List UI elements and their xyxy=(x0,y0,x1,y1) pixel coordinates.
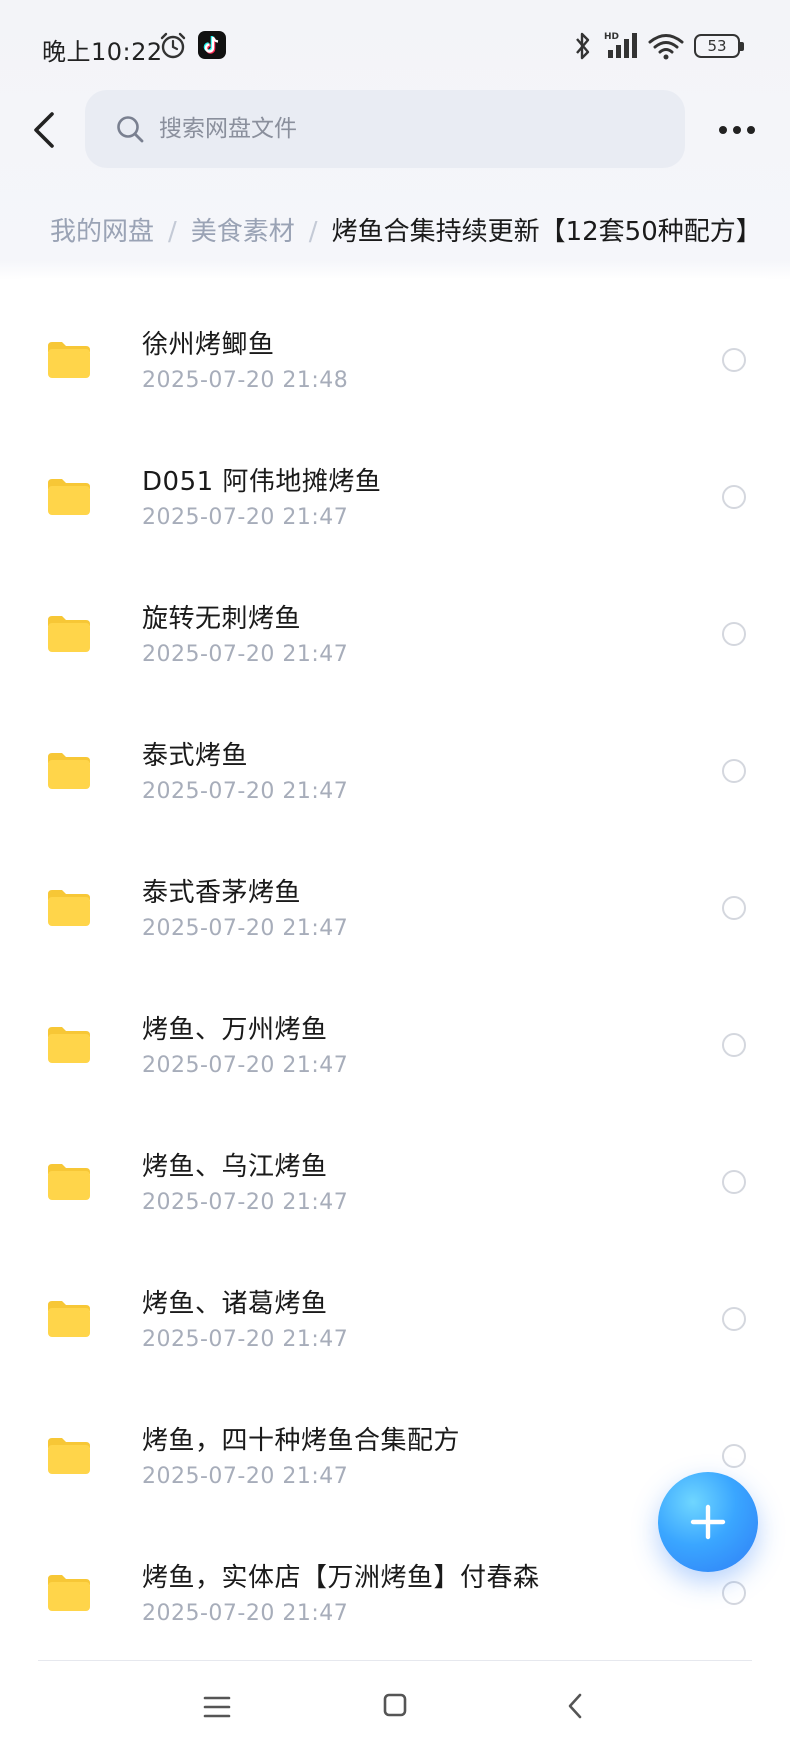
network-label: HD xyxy=(604,32,619,42)
back-button[interactable] xyxy=(24,104,68,156)
folder-icon xyxy=(48,1301,90,1337)
file-date: 2025-07-20 21:47 xyxy=(142,642,349,667)
file-name: 旋转无刺烤鱼 xyxy=(142,604,302,634)
file-date: 2025-07-20 21:47 xyxy=(142,505,349,530)
breadcrumb-current: 烤鱼合集持续更新【12套50种配方】 xyxy=(331,217,762,247)
file-date: 2025-07-20 21:47 xyxy=(142,779,349,804)
file-name: 烤鱼，实体店【万洲烤鱼】付春森 xyxy=(142,1563,540,1593)
file-name: 烤鱼，四十种烤鱼合集配方 xyxy=(142,1426,461,1456)
folder-icon xyxy=(48,1027,90,1063)
search-box[interactable] xyxy=(85,90,685,168)
search-input[interactable] xyxy=(159,90,659,168)
select-radio[interactable] xyxy=(722,896,746,920)
more-dots-icon xyxy=(719,126,755,134)
file-list-item[interactable]: 泰式香茅烤鱼 2025-07-20 21:47 xyxy=(0,846,790,983)
file-list-card: 徐州烤鲫鱼 2025-07-20 21:48 D051 阿伟地摊烤鱼 2025-… xyxy=(0,278,790,1678)
file-date: 2025-07-20 21:47 xyxy=(142,1053,349,1078)
file-name: 烤鱼、万州烤鱼 xyxy=(142,1015,328,1045)
file-list-item[interactable]: 泰式烤鱼 2025-07-20 21:47 xyxy=(0,709,790,846)
battery-tip xyxy=(740,42,744,51)
nav-back-button[interactable] xyxy=(562,1690,590,1722)
battery-icon: 53 xyxy=(694,34,744,58)
file-list-item[interactable]: D051 阿伟地摊烤鱼 2025-07-20 21:47 xyxy=(0,435,790,572)
file-list-item[interactable]: 烤鱼、诸葛烤鱼 2025-07-20 21:47 xyxy=(0,1257,790,1394)
folder-icon xyxy=(48,342,90,378)
back-chevron-icon xyxy=(568,1693,582,1719)
wifi-icon xyxy=(648,34,684,60)
header-bar xyxy=(0,88,790,180)
bottom-divider xyxy=(38,1660,752,1661)
folder-icon xyxy=(48,1438,90,1474)
file-list: 徐州烤鲫鱼 2025-07-20 21:48 D051 阿伟地摊烤鱼 2025-… xyxy=(0,298,790,1668)
select-radio[interactable] xyxy=(722,759,746,783)
file-name: 徐州烤鲫鱼 xyxy=(142,330,275,360)
file-name: 烤鱼、乌江烤鱼 xyxy=(142,1152,328,1182)
file-name: 泰式烤鱼 xyxy=(142,741,249,771)
folder-icon xyxy=(48,753,90,789)
folder-icon xyxy=(48,479,90,515)
file-name: 烤鱼、诸葛烤鱼 xyxy=(142,1289,328,1319)
file-name: 泰式香茅烤鱼 xyxy=(142,878,302,908)
file-date: 2025-07-20 21:47 xyxy=(142,916,349,941)
menu-icon xyxy=(203,1696,231,1718)
more-button[interactable] xyxy=(713,110,763,150)
status-time: 晚上10:22 xyxy=(42,38,163,66)
breadcrumb: 我的网盘 / 美食素材 / 烤鱼合集持续更新【12套50种配方】 xyxy=(50,212,762,252)
status-bar: 晚上10:22 HD 53 xyxy=(0,0,790,90)
file-date: 2025-07-20 21:47 xyxy=(142,1190,349,1215)
nav-home-button[interactable] xyxy=(380,1690,410,1720)
select-radio[interactable] xyxy=(722,1033,746,1057)
folder-icon xyxy=(48,1164,90,1200)
file-list-item[interactable]: 旋转无刺烤鱼 2025-07-20 21:47 xyxy=(0,572,790,709)
folder-icon xyxy=(48,1575,90,1611)
folder-icon xyxy=(48,616,90,652)
select-radio[interactable] xyxy=(722,1170,746,1194)
select-radio[interactable] xyxy=(722,1581,746,1605)
breadcrumb-item-root[interactable]: 我的网盘 xyxy=(50,217,154,247)
search-icon xyxy=(117,116,144,143)
plus-icon xyxy=(690,1504,726,1540)
file-date: 2025-07-20 21:47 xyxy=(142,1464,349,1489)
select-radio[interactable] xyxy=(722,348,746,372)
select-radio[interactable] xyxy=(722,622,746,646)
file-list-item[interactable]: 烤鱼、万州烤鱼 2025-07-20 21:47 xyxy=(0,983,790,1120)
breadcrumb-item-parent[interactable]: 美食素材 xyxy=(191,217,295,247)
select-radio[interactable] xyxy=(722,485,746,509)
folder-icon xyxy=(48,890,90,926)
alarm-icon xyxy=(160,32,186,59)
system-nav-bar xyxy=(0,1662,790,1756)
file-date: 2025-07-20 21:48 xyxy=(142,368,349,393)
nav-menu-button[interactable] xyxy=(202,1692,232,1722)
signal-icon: HD xyxy=(604,32,637,58)
file-list-item[interactable]: 徐州烤鲫鱼 2025-07-20 21:48 xyxy=(0,298,790,435)
battery-level: 53 xyxy=(707,37,727,55)
select-radio[interactable] xyxy=(722,1307,746,1331)
breadcrumb-separator: / xyxy=(168,217,177,247)
file-name: D051 阿伟地摊烤鱼 xyxy=(142,467,382,497)
app-page: 晚上10:22 HD 53 搜索网盘文件 我的网盘 / 美食素材 / 烤鱼合集持… xyxy=(0,0,790,1756)
file-date: 2025-07-20 21:47 xyxy=(142,1327,349,1352)
bluetooth-icon xyxy=(576,32,590,60)
add-button[interactable] xyxy=(658,1472,758,1572)
back-arrow-icon xyxy=(34,112,54,148)
file-list-item[interactable]: 烤鱼、乌江烤鱼 2025-07-20 21:47 xyxy=(0,1120,790,1257)
breadcrumb-separator: / xyxy=(308,217,318,247)
file-date: 2025-07-20 21:47 xyxy=(142,1601,349,1626)
home-square-icon xyxy=(383,1693,407,1717)
select-radio[interactable] xyxy=(722,1444,746,1468)
tiktok-icon xyxy=(198,31,226,59)
